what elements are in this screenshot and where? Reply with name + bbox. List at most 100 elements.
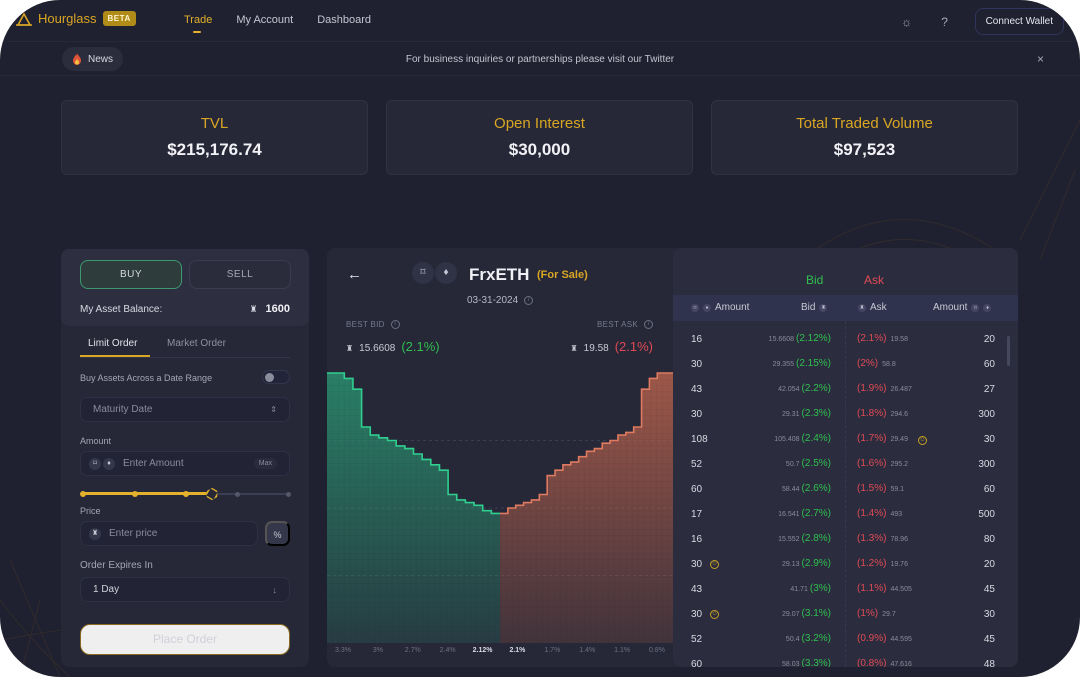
ask-cell[interactable]: (1.4%) 493 xyxy=(857,508,902,519)
order-book-row[interactable]: 52 50.4 (3.2%) (0.9%) 44.595 45 xyxy=(673,628,1018,653)
ask-cell[interactable]: (0.9%) 44.595 xyxy=(857,633,912,644)
bid-pct: (2.4%) xyxy=(801,433,831,444)
percent-toggle-button[interactable]: % xyxy=(265,521,290,546)
order-book-row[interactable]: 16 15.552 (2.8%) (1.3%) 78.96 80 xyxy=(673,528,1018,553)
order-book-ask-title[interactable]: Ask xyxy=(864,273,884,287)
connect-wallet-button[interactable]: Connect Wallet xyxy=(974,8,1064,35)
order-book-row[interactable]: 16 15.6608 (2.12%) (2.1%) 19.58 20 xyxy=(673,328,1018,353)
ask-cell[interactable]: (1.5%) 59.1 xyxy=(857,483,904,494)
slider-step-dot[interactable] xyxy=(131,491,138,497)
bid-cell[interactable]: 58.03 (3.3%) xyxy=(782,658,831,667)
bid-amount-value: 52 xyxy=(691,459,703,470)
ask-cell[interactable]: (2%) 58.8 xyxy=(857,358,896,369)
bid-cell[interactable]: 105.408 (2.4%) xyxy=(774,433,831,444)
ask-cell[interactable]: (1.1%) 44.505 xyxy=(857,583,912,594)
bid-amount: 30 ☺ xyxy=(691,609,720,620)
order-book-row[interactable]: 30 29.31 (2.3%) (1.8%) 294.6 300 xyxy=(673,403,1018,428)
asset-token-icon: ♜ xyxy=(249,303,258,314)
ask-price: 59.1 xyxy=(890,486,905,493)
sell-button[interactable]: SELL xyxy=(189,260,291,289)
depth-chart[interactable] xyxy=(327,368,673,643)
bid-price: 42.054 xyxy=(778,386,800,393)
ask-cell[interactable]: (1%) 29.7 xyxy=(857,608,896,619)
max-button[interactable]: Max xyxy=(253,458,277,469)
nav-my-account[interactable]: My Account xyxy=(236,14,293,26)
ask-cell[interactable]: (1.9%) 26.487 xyxy=(857,383,912,394)
brand-logo[interactable]: Hourglass BETA xyxy=(16,11,136,26)
ask-amount: 45 xyxy=(983,584,995,595)
nav-trade[interactable]: Trade xyxy=(184,14,212,33)
ask-cell[interactable]: (1.3%) 78.96 xyxy=(857,533,908,544)
order-book-row[interactable]: 43 41.71 (3%) (1.1%) 44.505 45 xyxy=(673,578,1018,603)
nav-dashboard[interactable]: Dashboard xyxy=(317,14,371,26)
order-book-row[interactable]: 30 ☺ 29.07 (3.1%) (1%) 29.7 30 xyxy=(673,603,1018,628)
bid-cell[interactable]: 50.7 (2.5%) xyxy=(786,458,831,469)
ask-cell[interactable]: (1.7%) 29.49 ☺ xyxy=(857,433,927,445)
bid-price: 58.44 xyxy=(782,486,800,493)
maturity-date-select[interactable]: Maturity Date ⇕ xyxy=(80,397,290,422)
slider-step-dot[interactable] xyxy=(234,491,240,497)
ask-cell[interactable]: (1.2%) 19.76 xyxy=(857,558,908,569)
order-book-row[interactable]: 30 29.355 (2.15%) (2%) 58.8 60 xyxy=(673,353,1018,378)
bid-amount: 30 xyxy=(691,359,702,370)
bid-cell[interactable]: 42.054 (2.2%) xyxy=(778,383,831,394)
date-range-toggle[interactable] xyxy=(262,370,290,384)
info-icon[interactable]: i xyxy=(524,295,534,305)
expiry-value: 1 Day xyxy=(93,584,120,595)
slider-step-dot[interactable] xyxy=(80,491,86,497)
expiry-select[interactable]: 1 Day ↓ xyxy=(80,577,290,602)
bid-cell[interactable]: 15.6608 (2.12%) xyxy=(769,333,831,344)
news-message[interactable]: For business inquiries or partnerships p… xyxy=(0,54,1080,65)
slider-fill xyxy=(83,492,212,495)
bid-cell[interactable]: 29.355 (2.15%) xyxy=(773,358,831,369)
ask-amount: 60 xyxy=(983,484,995,495)
bid-cell[interactable]: 29.07 (3.1%) xyxy=(782,608,831,619)
slider-step-dot[interactable] xyxy=(183,491,189,497)
order-book-header: ⌑ ♦ Amount Bid ♜ ♜ Ask Amount ⌑ ♦ xyxy=(673,295,1018,321)
order-book-row[interactable]: 43 42.054 (2.2%) (1.9%) 26.487 27 xyxy=(673,378,1018,403)
bid-cell[interactable]: 29.31 (2.3%) xyxy=(782,408,831,419)
order-book-row[interactable]: 30 ☺ 29.13 (2.9%) (1.2%) 19.76 20 xyxy=(673,553,1018,578)
brand-name: Hourglass xyxy=(38,11,97,26)
x-axis: 3.3% 3% 2.7% 2.4% 2.12% 2.1% 1.7% 1.4% 1.1% 0.8% xyxy=(327,647,673,659)
order-book-row[interactable]: 108 105.408 (2.4%) (1.7%) 29.49 ☺ 30 xyxy=(673,428,1018,453)
order-book-row[interactable]: 52 50.7 (2.5%) (1.6%) 295.2 300 xyxy=(673,453,1018,478)
bid-price: 29.355 xyxy=(772,361,794,368)
help-icon[interactable]: ? xyxy=(937,15,953,29)
bid-price: 105.408 xyxy=(774,436,800,443)
amount-slider[interactable] xyxy=(80,489,291,499)
bid-cell[interactable]: 58.44 (2.6%) xyxy=(782,483,831,494)
price-input[interactable]: ♜ Enter price xyxy=(80,521,258,546)
order-book-row[interactable]: 17 16.541 (2.7%) (1.4%) 493 500 xyxy=(673,503,1018,528)
bid-cell[interactable]: 15.552 (2.8%) xyxy=(778,533,831,544)
slider-step-dot[interactable] xyxy=(286,491,291,497)
order-book-row[interactable]: 60 58.03 (3.3%) (0.8%) 47.616 48 xyxy=(673,653,1018,667)
close-icon[interactable]: × xyxy=(1037,52,1044,66)
user-order-icon: ☺ xyxy=(710,610,720,619)
ask-cell[interactable]: (0.8%) 47.616 xyxy=(857,658,912,667)
order-book-row[interactable]: 60 58.44 (2.6%) (1.5%) 59.1 60 xyxy=(673,478,1018,503)
ask-cell[interactable]: (1.6%) 295.2 xyxy=(857,458,908,469)
ask-cell[interactable]: (2.1%) 19.58 xyxy=(857,333,908,344)
tab-market-order[interactable]: Market Order xyxy=(167,338,226,349)
order-book-scrollbar[interactable] xyxy=(1007,336,1010,366)
sun-icon[interactable]: ☼ xyxy=(899,15,915,29)
place-order-button[interactable]: Place Order xyxy=(80,624,290,655)
back-arrow-icon[interactable]: ← xyxy=(347,266,362,283)
bid-cell[interactable]: 41.71 (3%) xyxy=(790,583,831,594)
order-book-bid-title[interactable]: Bid xyxy=(806,273,823,287)
frx-token-icon: ⌑ xyxy=(412,262,434,284)
buy-button[interactable]: BUY xyxy=(80,260,182,289)
bid-price: 29.13 xyxy=(782,561,800,568)
ask-price: 26.487 xyxy=(890,386,912,393)
bid-cell[interactable]: 29.13 (2.9%) xyxy=(782,558,831,569)
tab-limit-order[interactable]: Limit Order xyxy=(79,338,151,357)
ask-cell[interactable]: (1.8%) 294.6 xyxy=(857,408,908,419)
col-ask-amount: Amount ⌑ ♦ xyxy=(933,302,992,313)
bid-cell[interactable]: 16.541 (2.7%) xyxy=(778,508,831,519)
info-icon[interactable]: i xyxy=(644,320,653,330)
bid-cell[interactable]: 50.4 (3.2%) xyxy=(786,633,831,644)
balance-amount: 1600 xyxy=(265,303,290,315)
amount-input[interactable]: ⌑ ♦ Enter Amount Max xyxy=(80,451,290,476)
info-icon[interactable]: i xyxy=(390,320,400,330)
